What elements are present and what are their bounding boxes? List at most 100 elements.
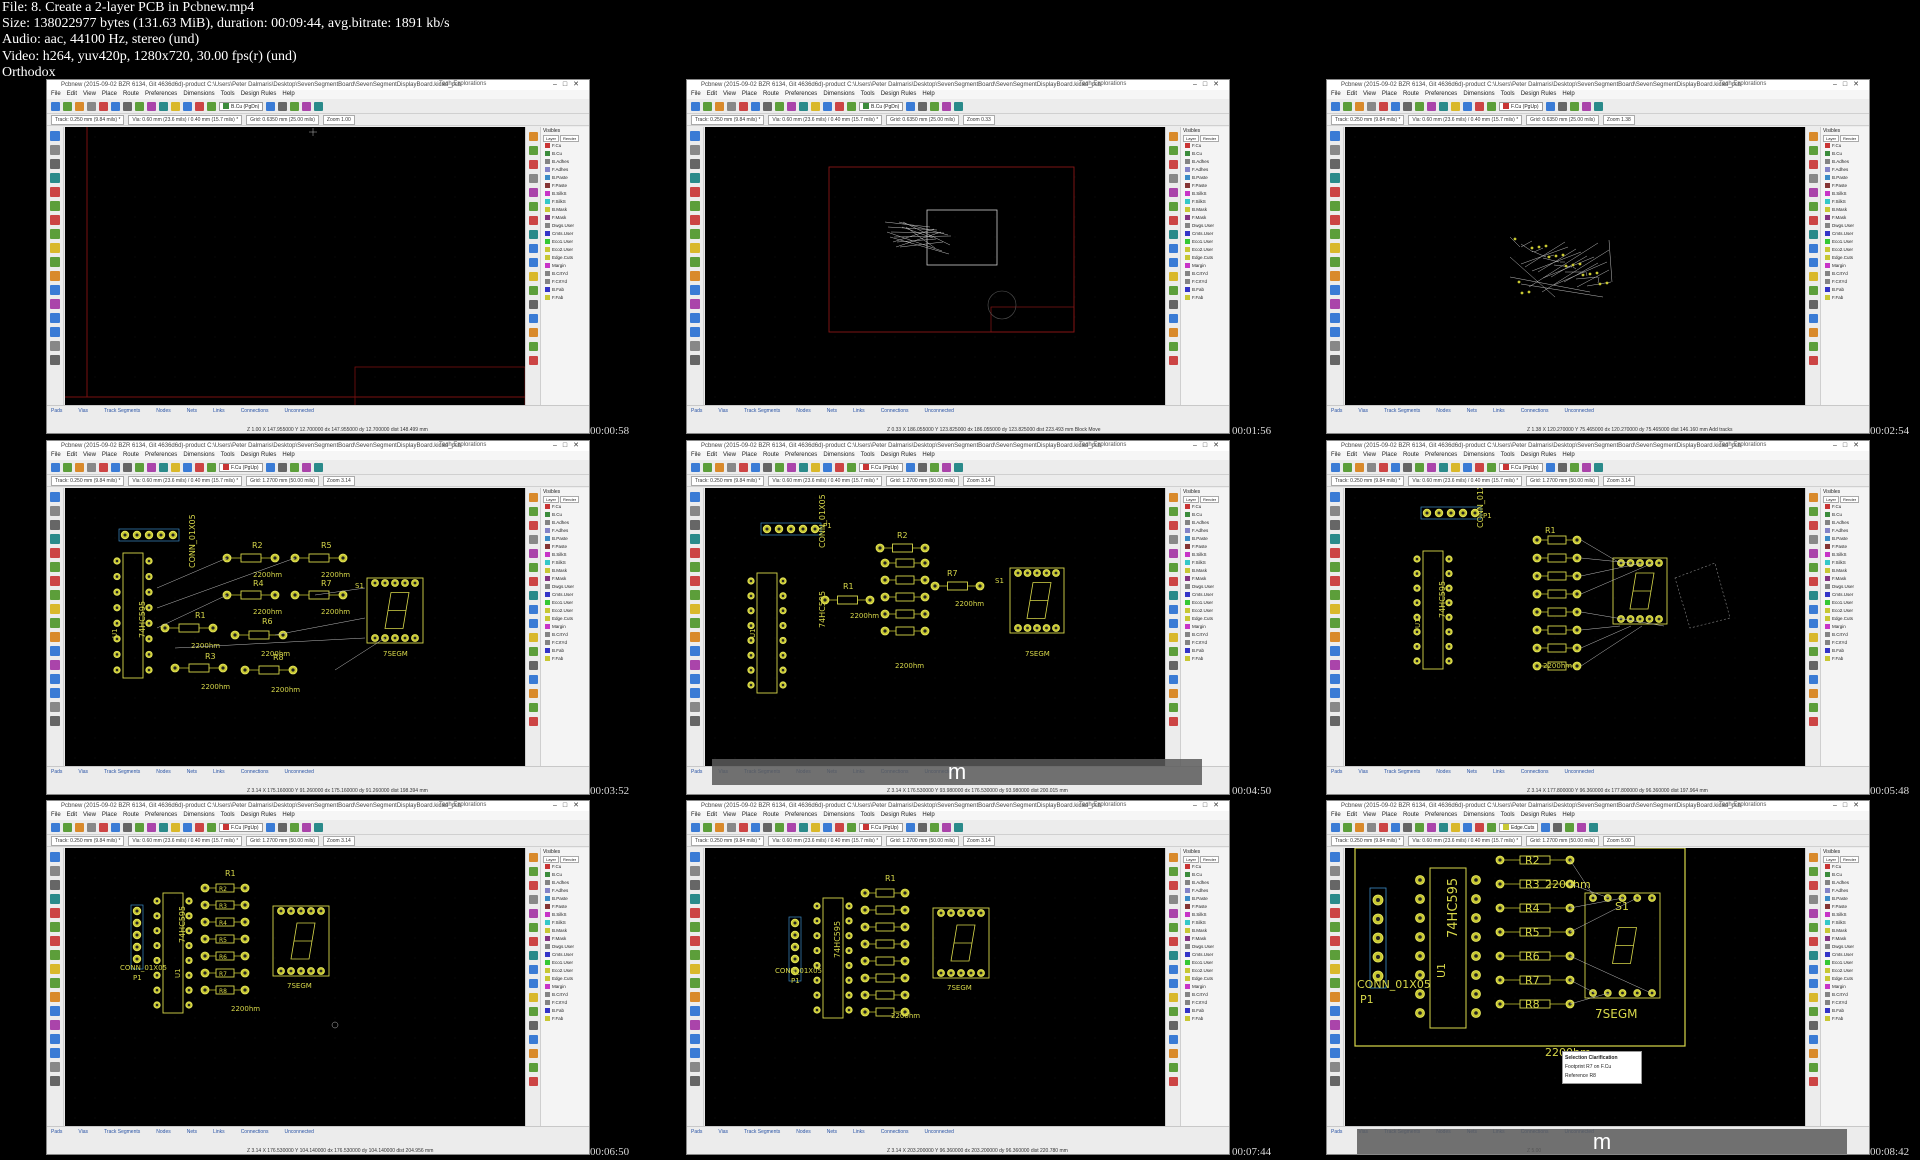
pad[interactable]: [1648, 989, 1656, 997]
menu-item[interactable]: Route: [123, 812, 139, 818]
pad[interactable]: [845, 976, 853, 984]
left-tool-icon[interactable]: [50, 341, 60, 351]
left-tool-icon[interactable]: [1330, 646, 1340, 656]
right-tool-icon[interactable]: [528, 591, 538, 600]
pad[interactable]: [338, 553, 348, 563]
layer-row[interactable]: F.SilkS: [1181, 559, 1229, 567]
pad[interactable]: [307, 907, 315, 915]
right-tool-icon[interactable]: [1808, 909, 1818, 918]
menu-item[interactable]: Dimensions: [823, 452, 854, 458]
pad[interactable]: [860, 922, 870, 932]
layer-row[interactable]: B.CrtYd: [1181, 991, 1229, 999]
menu-item[interactable]: Edit: [1347, 91, 1357, 97]
toolbar-icon[interactable]: [135, 822, 144, 832]
layer-row[interactable]: F.Adhes: [541, 527, 589, 535]
grid-select[interactable]: Grid: 1.2700 mm (50.00 mils): [1526, 476, 1599, 486]
toolbar-icon[interactable]: [314, 101, 324, 111]
pad[interactable]: [1413, 642, 1421, 651]
left-tool-icon[interactable]: [1330, 506, 1340, 516]
toolbar-icon[interactable]: [941, 822, 951, 832]
right-tool-icon[interactable]: [528, 272, 538, 281]
pad[interactable]: [1572, 535, 1582, 545]
right-tool-icon[interactable]: [1168, 1035, 1178, 1044]
pad[interactable]: [1415, 932, 1425, 942]
left-tool-icon[interactable]: [1330, 327, 1340, 337]
pcb-canvas[interactable]: [705, 127, 1165, 405]
right-tool-icon[interactable]: [1808, 356, 1818, 365]
left-tool-icon[interactable]: [690, 229, 700, 239]
toolbar-icon[interactable]: [917, 822, 927, 832]
layer-row[interactable]: B.Mask: [541, 927, 589, 935]
layer-row[interactable]: Dwgs.User: [1821, 943, 1869, 951]
toolbar-icon[interactable]: [799, 101, 808, 111]
left-tool-icon[interactable]: [50, 173, 60, 183]
toolbar-icon[interactable]: [171, 101, 180, 111]
toolbar-icon[interactable]: [1451, 462, 1460, 472]
layer-row[interactable]: B.CrtYd: [541, 270, 589, 278]
pad[interactable]: [747, 592, 755, 600]
layers-tab[interactable]: Layer: [543, 856, 560, 863]
layer-row[interactable]: Edge.Cuts: [1821, 975, 1869, 983]
layer-row[interactable]: B.CrtYd: [1821, 270, 1869, 278]
pad[interactable]: [900, 990, 910, 1000]
resistor-body[interactable]: [875, 905, 895, 915]
toolbar-icon[interactable]: [1451, 822, 1460, 832]
pad[interactable]: [185, 986, 193, 994]
layer-row[interactable]: F.Mask: [1181, 214, 1229, 222]
left-tool-icon[interactable]: [50, 908, 60, 918]
left-tool-icon[interactable]: [690, 964, 700, 974]
menu-item[interactable]: File: [1331, 812, 1341, 818]
layer-selector[interactable]: F.Cu (PgUp): [1499, 462, 1543, 472]
layer-row[interactable]: F.SilkS: [541, 919, 589, 927]
track-width-select[interactable]: Track: 0.250 mm (9.84 mils) *: [51, 115, 125, 125]
pad[interactable]: [1572, 589, 1582, 599]
layer-row[interactable]: Cmts.User: [1181, 230, 1229, 238]
pad[interactable]: [1014, 624, 1022, 632]
layer-row[interactable]: F.CrtYd: [1181, 639, 1229, 647]
layer-row[interactable]: Eco1.User: [541, 238, 589, 246]
pad[interactable]: [145, 557, 153, 565]
toolbar-icon[interactable]: [1403, 822, 1412, 832]
left-tool-icon[interactable]: [690, 187, 700, 197]
right-tool-icon[interactable]: [1808, 717, 1818, 726]
toolbar-icon[interactable]: [1415, 101, 1424, 111]
right-tool-icon[interactable]: [1808, 328, 1818, 337]
left-tool-icon[interactable]: [690, 257, 700, 267]
pad[interactable]: [1052, 569, 1060, 577]
toolbar-icon[interactable]: [135, 462, 144, 472]
right-tool-icon[interactable]: [1168, 895, 1178, 904]
menu-item[interactable]: Preferences: [785, 91, 817, 97]
layer-row[interactable]: F.Fab: [1821, 1015, 1869, 1023]
left-tool-icon[interactable]: [1330, 716, 1340, 726]
layer-row[interactable]: B.Paste: [541, 895, 589, 903]
toolbar-icon[interactable]: [775, 822, 784, 832]
menu-item[interactable]: Help: [922, 812, 934, 818]
pad[interactable]: [920, 575, 930, 585]
right-tool-icon[interactable]: [1168, 507, 1178, 516]
right-tool-icon[interactable]: [528, 619, 538, 628]
track-width-select[interactable]: Track: 0.250 mm (9.84 mils) *: [1331, 476, 1405, 486]
pcb-drawing[interactable]: [1345, 127, 1805, 405]
right-tool-icon[interactable]: [528, 909, 538, 918]
menu-item[interactable]: View: [1363, 452, 1376, 458]
track-width-select[interactable]: Track: 0.250 mm (9.84 mils) *: [1331, 115, 1405, 125]
right-tool-icon[interactable]: [1168, 675, 1178, 684]
resistor-body[interactable]: [875, 973, 895, 983]
pad[interactable]: [1572, 607, 1582, 617]
layer-row[interactable]: F.Mask: [541, 575, 589, 583]
right-tool-icon[interactable]: [528, 937, 538, 946]
layer-row[interactable]: F.Cu: [1181, 863, 1229, 871]
layer-row[interactable]: Margin: [541, 262, 589, 270]
toolbar-icon[interactable]: [715, 101, 724, 111]
right-tool-icon[interactable]: [1808, 272, 1818, 281]
layer-row[interactable]: F.Fab: [1181, 294, 1229, 302]
pad[interactable]: [747, 681, 755, 689]
pad[interactable]: [947, 909, 955, 917]
pcb-canvas[interactable]: [65, 127, 525, 405]
toolbar-icon[interactable]: [301, 822, 311, 832]
menu-item[interactable]: Design Rules: [881, 91, 917, 97]
pad[interactable]: [900, 905, 910, 915]
toolbar-icon[interactable]: [51, 462, 60, 472]
right-tool-icon[interactable]: [528, 1049, 538, 1058]
pad[interactable]: [113, 557, 121, 565]
